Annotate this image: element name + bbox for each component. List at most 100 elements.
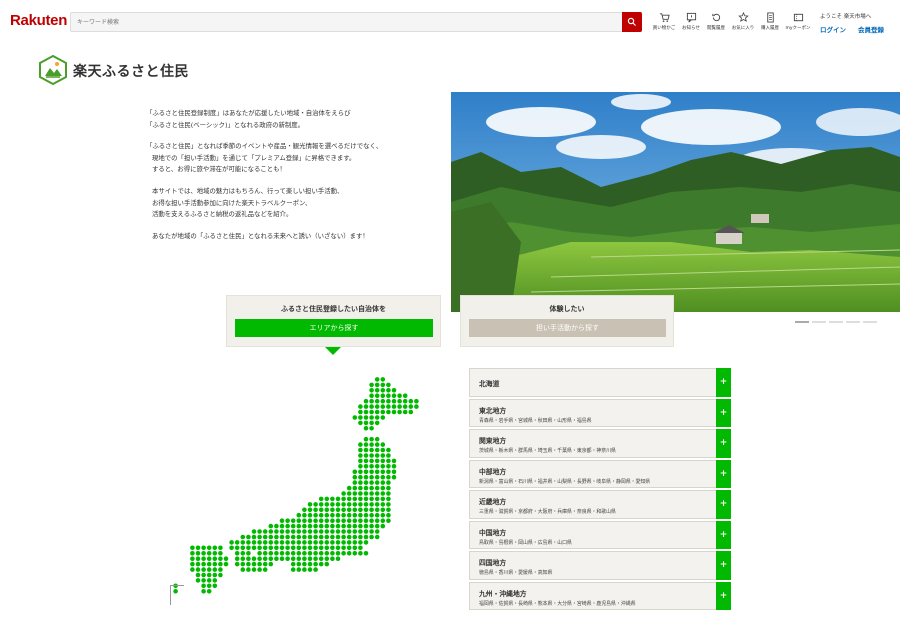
map-dot[interactable] xyxy=(268,534,274,540)
map-dot[interactable] xyxy=(380,480,386,485)
map-dot[interactable] xyxy=(335,523,341,529)
map-dot[interactable] xyxy=(262,556,268,561)
map-dot[interactable] xyxy=(307,502,313,507)
map-dot[interactable] xyxy=(302,507,307,513)
search-input[interactable] xyxy=(71,13,623,31)
map-dot[interactable] xyxy=(352,545,358,551)
map-dot[interactable] xyxy=(318,496,324,502)
map-dot[interactable] xyxy=(363,480,369,485)
map-dot[interactable] xyxy=(251,556,257,561)
map-dot[interactable] xyxy=(206,561,212,567)
map-dot[interactable] xyxy=(352,534,358,540)
map-dot[interactable] xyxy=(335,534,341,540)
map-dot[interactable] xyxy=(414,404,419,409)
map-dot[interactable] xyxy=(386,507,391,513)
expand-plus-icon[interactable]: + xyxy=(716,398,731,427)
map-dot[interactable] xyxy=(402,404,408,409)
map-dot[interactable] xyxy=(201,556,206,561)
map-dot[interactable] xyxy=(212,578,218,583)
map-dot[interactable] xyxy=(386,518,391,523)
map-dot[interactable] xyxy=(341,496,346,502)
map-dot[interactable] xyxy=(307,518,313,523)
search-button[interactable] xyxy=(622,12,642,32)
rakuten-logo[interactable]: Rakuten xyxy=(10,12,67,29)
map-dot[interactable] xyxy=(195,545,201,551)
map-dot[interactable] xyxy=(363,502,369,507)
map-dot[interactable] xyxy=(313,567,318,572)
map-dot[interactable] xyxy=(335,545,341,551)
map-dot[interactable] xyxy=(313,534,318,540)
map-dot[interactable] xyxy=(386,409,391,415)
map-dot[interactable] xyxy=(369,415,374,420)
map-dot[interactable] xyxy=(296,551,302,556)
map-dot[interactable] xyxy=(369,382,374,388)
map-dot[interactable] xyxy=(391,409,397,415)
map-dot[interactable] xyxy=(352,551,358,556)
map-dot[interactable] xyxy=(246,540,251,545)
map-dot[interactable] xyxy=(318,512,324,518)
map-dot[interactable] xyxy=(363,474,369,480)
expand-plus-icon[interactable]: + xyxy=(716,368,731,397)
map-dot[interactable] xyxy=(285,534,290,540)
map-dot[interactable] xyxy=(374,464,380,469)
map-dot[interactable] xyxy=(352,540,358,545)
map-dot[interactable] xyxy=(341,491,346,496)
map-dot[interactable] xyxy=(358,540,363,545)
map-dot[interactable] xyxy=(374,474,380,480)
map-dot[interactable] xyxy=(397,398,402,404)
map-dot[interactable] xyxy=(201,583,206,589)
map-dot[interactable] xyxy=(380,518,386,523)
map-dot[interactable] xyxy=(374,518,380,523)
map-dot[interactable] xyxy=(358,518,363,523)
map-dot[interactable] xyxy=(274,545,279,551)
map-dot[interactable] xyxy=(307,545,313,551)
map-dot[interactable] xyxy=(290,551,296,556)
nav-notice[interactable]: お知らせ xyxy=(678,12,704,31)
map-dot[interactable] xyxy=(352,491,358,496)
map-dot[interactable] xyxy=(369,529,374,534)
map-dot[interactable] xyxy=(296,518,302,523)
map-dot[interactable] xyxy=(324,545,330,551)
map-dot[interactable] xyxy=(251,534,257,540)
map-dot[interactable] xyxy=(240,551,246,556)
map-dot[interactable] xyxy=(302,529,307,534)
map-dot[interactable] xyxy=(313,551,318,556)
map-dot[interactable] xyxy=(279,534,285,540)
map-dot[interactable] xyxy=(318,540,324,545)
map-dot[interactable] xyxy=(352,469,358,475)
map-dot[interactable] xyxy=(363,485,369,491)
map-dot[interactable] xyxy=(206,578,212,583)
map-dot[interactable] xyxy=(251,529,257,534)
map-dot[interactable] xyxy=(408,404,414,409)
map-dot[interactable] xyxy=(341,512,346,518)
map-dot[interactable] xyxy=(363,518,369,523)
map-dot[interactable] xyxy=(290,545,296,551)
nav-coupon[interactable]: myクーポン xyxy=(785,12,811,31)
map-dot[interactable] xyxy=(358,496,363,502)
map-dot[interactable] xyxy=(246,561,251,567)
map-dot[interactable] xyxy=(313,540,318,545)
map-dot[interactable] xyxy=(363,420,369,426)
map-dot[interactable] xyxy=(380,491,386,496)
map-dot[interactable] xyxy=(302,540,307,545)
map-dot[interactable] xyxy=(380,507,386,513)
map-dot[interactable] xyxy=(296,556,302,561)
map-dot[interactable] xyxy=(386,485,391,491)
map-dot[interactable] xyxy=(397,393,402,398)
map-dot[interactable] xyxy=(391,458,397,464)
map-dot[interactable] xyxy=(374,377,380,382)
map-dot[interactable] xyxy=(380,485,386,491)
expand-plus-icon[interactable]: + xyxy=(716,429,731,458)
region-row[interactable]: 四国地方 徳島県・香川県・愛媛県・高知県 + xyxy=(469,551,731,580)
map-dot[interactable] xyxy=(307,561,313,567)
map-dot[interactable] xyxy=(374,458,380,464)
map-dot[interactable] xyxy=(414,398,419,404)
map-dot[interactable] xyxy=(363,551,369,556)
map-dot[interactable] xyxy=(380,464,386,469)
map-dot[interactable] xyxy=(330,496,335,502)
map-dot[interactable] xyxy=(324,518,330,523)
map-dot[interactable] xyxy=(391,404,397,409)
map-dot[interactable] xyxy=(218,567,223,572)
map-dot[interactable] xyxy=(279,518,285,523)
map-dot[interactable] xyxy=(386,464,391,469)
